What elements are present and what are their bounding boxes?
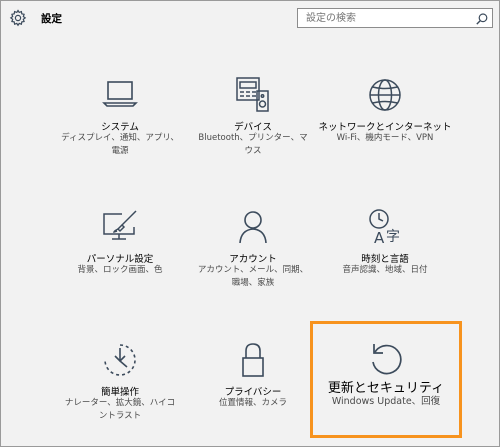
tile-description: Windows Update、回復 <box>331 396 441 407</box>
tile-privacy[interactable]: プライバシー 位置情報、カメラ <box>183 340 323 447</box>
tile-description: 位置情報、カメラ <box>218 398 287 408</box>
tile-description: Bluetooth、プリンター、マ ウス <box>198 133 308 156</box>
page-title: 設定 <box>41 13 62 25</box>
globe-icon <box>365 75 405 115</box>
search-icon[interactable] <box>475 12 489 26</box>
tile-time-language[interactable]: A 字 時刻と言語 音声認識、地域、日付 <box>315 207 455 317</box>
tile-description: 背景、ロック画面、色 <box>77 265 163 275</box>
tile-label: プライバシー <box>224 387 282 398</box>
gear-icon[interactable] <box>9 9 27 27</box>
person-icon <box>233 207 273 247</box>
settings-window: 設定 システム ディスプレイ、通知、アプリ、 電源 <box>0 0 500 447</box>
search-input[interactable] <box>297 8 493 28</box>
tile-description: アカウント、メール、同期、 職場、家族 <box>197 265 309 288</box>
tile-update-security[interactable]: 更新とセキュリティ Windows Update、回復 <box>316 340 456 447</box>
tile-label: システム <box>101 122 139 133</box>
lock-icon <box>233 340 273 380</box>
tile-devices[interactable]: デバイス Bluetooth、プリンター、マ ウス <box>183 75 323 185</box>
tile-label: ネットワークとインターネット <box>318 122 452 133</box>
svg-text:字: 字 <box>386 229 400 245</box>
tile-label: 更新とセキュリティ <box>327 381 445 396</box>
tile-label: アカウント <box>229 254 277 265</box>
tile-description: ナレーター、拡大鏡、ハイコ ントラスト <box>64 398 176 421</box>
devices-icon <box>233 75 273 115</box>
refresh-icon <box>366 340 406 380</box>
header: 設定 <box>1 1 499 35</box>
laptop-icon <box>100 75 140 115</box>
tile-system[interactable]: システム ディスプレイ、通知、アプリ、 電源 <box>50 75 190 185</box>
time-language-icon: A 字 <box>365 207 405 247</box>
tile-network[interactable]: ネットワークとインターネット Wi-Fi、機内モード、VPN <box>315 75 455 185</box>
tile-ease-of-access[interactable]: 簡単操作 ナレーター、拡大鏡、ハイコ ントラスト <box>50 340 190 447</box>
tile-accounts[interactable]: アカウント アカウント、メール、同期、 職場、家族 <box>183 207 323 317</box>
ease-of-access-icon <box>100 340 140 380</box>
svg-text:A: A <box>374 229 385 247</box>
tile-description: 音声認識、地域、日付 <box>342 265 428 275</box>
tile-description: ディスプレイ、通知、アプリ、 電源 <box>61 133 179 156</box>
tile-label: 簡単操作 <box>100 387 139 398</box>
tile-description: Wi-Fi、機内モード、VPN <box>336 133 434 143</box>
tile-label: 時刻と言語 <box>361 254 409 265</box>
tile-label: デバイス <box>234 122 272 133</box>
tile-label: パーソナル設定 <box>86 254 154 265</box>
tile-personalization[interactable]: パーソナル設定 背景、ロック画面、色 <box>50 207 190 317</box>
personalization-icon <box>100 207 140 247</box>
